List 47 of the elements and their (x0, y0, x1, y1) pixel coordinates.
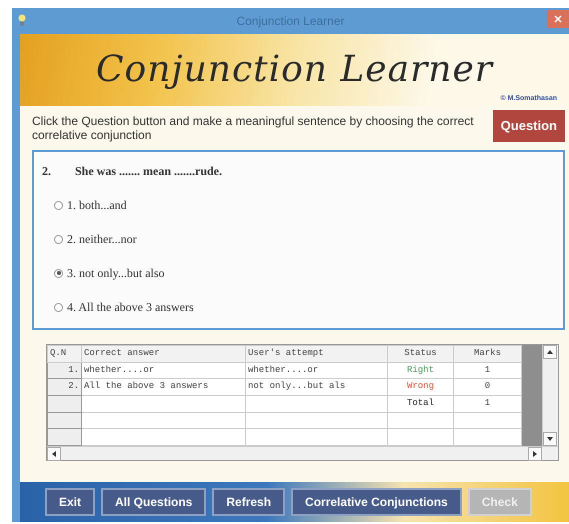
question-text: She was ....... mean .......rude. (75, 163, 222, 180)
scroll-left-icon[interactable] (47, 447, 61, 461)
horizontal-scrollbar[interactable] (47, 446, 558, 460)
option-label: 3. not only...but also (67, 265, 165, 282)
radio-button[interactable] (54, 200, 63, 210)
close-button[interactable] (547, 10, 569, 28)
status-cell: Wrong (388, 378, 454, 396)
radio-button[interactable] (54, 302, 63, 312)
answer-option[interactable]: 3. not only...but also (42, 264, 555, 282)
column-header: Marks (454, 346, 522, 362)
radio-button[interactable] (54, 234, 63, 244)
answer-option[interactable]: 1. both...and (42, 196, 555, 214)
row-number: 1. (48, 362, 82, 379)
marks-cell: 1 (454, 395, 522, 412)
column-header: User's attempt (246, 346, 388, 362)
vertical-scrollbar[interactable] (542, 345, 558, 446)
option-label: 4. All the above 3 answers (67, 299, 194, 316)
question-button[interactable]: Question (492, 110, 565, 142)
table-cell: not only...but als (246, 378, 388, 396)
status-cell: Total (388, 395, 454, 412)
radio-button[interactable] (54, 268, 63, 278)
instruction-text: Click the Question button and make a meaningful sentence by choosing the correct correlative conjunction (32, 114, 474, 142)
marks-cell: 1 (454, 362, 522, 379)
option-label: 1. both...and (67, 197, 127, 214)
column-header: Status (388, 346, 454, 362)
action-button[interactable]: All Questions (101, 488, 206, 516)
table-cell: whether....or (82, 362, 246, 379)
status-cell: Right (388, 362, 454, 379)
option-label: 2. neither...nor (67, 231, 137, 248)
marks-cell: 0 (454, 378, 522, 396)
answer-option[interactable]: 4. All the above 3 answers (42, 298, 555, 316)
scroll-up-icon[interactable] (543, 345, 557, 359)
app-logo-title: Conjunction Learner (96, 48, 493, 92)
row-number: 2. (48, 378, 82, 396)
action-button[interactable]: Correlative Conjunctions (291, 488, 462, 516)
answer-option[interactable]: 2. neither...nor (42, 230, 555, 248)
action-button[interactable]: Exit (45, 488, 96, 516)
scroll-down-icon[interactable] (543, 432, 557, 446)
table-cell: All the above 3 answers (82, 378, 246, 396)
action-button[interactable]: Refresh (212, 488, 286, 516)
question-number: 2. (42, 163, 51, 180)
table-cell: whether....or (246, 362, 388, 379)
close-icon (554, 14, 562, 23)
scroll-right-icon[interactable] (528, 447, 542, 461)
bulb-icon (18, 14, 26, 26)
column-header: Correct answer (82, 346, 246, 362)
column-header: Q.N (48, 346, 82, 362)
